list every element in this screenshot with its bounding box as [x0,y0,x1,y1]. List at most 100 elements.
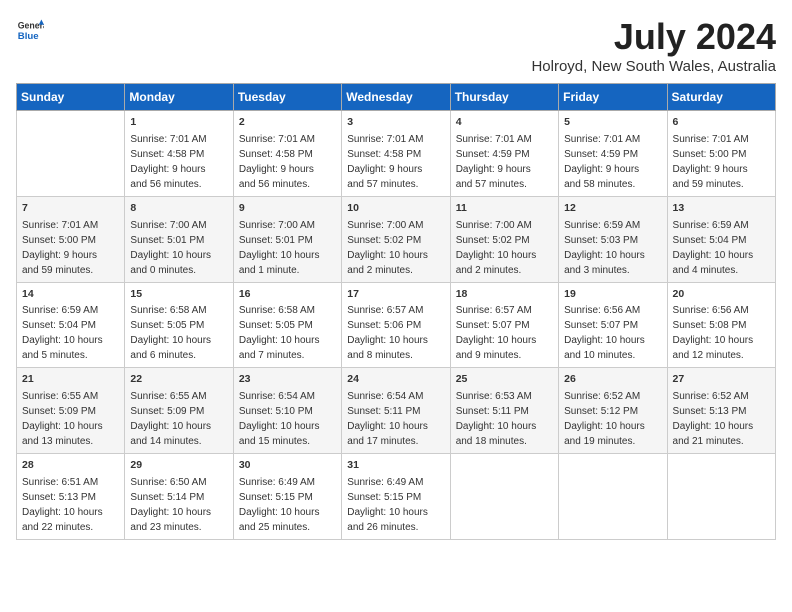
cell-info: Daylight: 10 hours [673,419,770,434]
day-number: 2 [239,115,336,131]
cell-info: Daylight: 10 hours [347,505,444,520]
cell-info: Daylight: 10 hours [239,505,336,520]
cell-info: Sunrise: 7:00 AM [239,218,336,233]
cell-info: Sunset: 5:13 PM [673,404,770,419]
cell-info: Sunrise: 6:59 AM [22,303,119,318]
calendar-cell: 22Sunrise: 6:55 AMSunset: 5:09 PMDayligh… [125,368,233,454]
calendar-cell: 7Sunrise: 7:01 AMSunset: 5:00 PMDaylight… [17,196,125,282]
cell-info: Sunrise: 6:57 AM [347,303,444,318]
title-area: July 2024 Holroyd, New South Wales, Aust… [531,16,776,75]
cell-info: Daylight: 10 hours [22,333,119,348]
day-number: 30 [239,458,336,474]
cell-info: and 0 minutes. [130,263,227,278]
calendar-week-row: 14Sunrise: 6:59 AMSunset: 5:04 PMDayligh… [17,282,776,368]
cell-info: and 6 minutes. [130,348,227,363]
cell-info: Sunrise: 7:00 AM [347,218,444,233]
cell-info: and 13 minutes. [22,434,119,449]
calendar-cell: 10Sunrise: 7:00 AMSunset: 5:02 PMDayligh… [342,196,450,282]
calendar-cell: 15Sunrise: 6:58 AMSunset: 5:05 PMDayligh… [125,282,233,368]
day-header-tuesday: Tuesday [233,84,341,111]
cell-info: and 56 minutes. [239,177,336,192]
cell-info: Sunrise: 7:00 AM [456,218,553,233]
calendar-week-row: 7Sunrise: 7:01 AMSunset: 5:00 PMDaylight… [17,196,776,282]
day-number: 1 [130,115,227,131]
calendar-cell: 14Sunrise: 6:59 AMSunset: 5:04 PMDayligh… [17,282,125,368]
cell-info: Sunset: 4:58 PM [347,147,444,162]
day-number: 9 [239,201,336,217]
day-number: 7 [22,201,119,217]
cell-info: and 4 minutes. [673,263,770,278]
cell-info: and 25 minutes. [239,520,336,535]
cell-info: Sunrise: 7:01 AM [22,218,119,233]
cell-info: Daylight: 10 hours [22,505,119,520]
cell-info: Sunrise: 6:58 AM [130,303,227,318]
cell-info: and 5 minutes. [22,348,119,363]
calendar-week-row: 28Sunrise: 6:51 AMSunset: 5:13 PMDayligh… [17,454,776,540]
cell-info: Sunset: 5:02 PM [456,233,553,248]
cell-info: Sunrise: 6:56 AM [564,303,661,318]
calendar-cell [559,454,667,540]
cell-info: Daylight: 9 hours [347,162,444,177]
calendar-cell: 4Sunrise: 7:01 AMSunset: 4:59 PMDaylight… [450,111,558,197]
cell-info: and 23 minutes. [130,520,227,535]
cell-info: Daylight: 9 hours [239,162,336,177]
cell-info: Sunset: 4:59 PM [456,147,553,162]
cell-info: Sunset: 5:06 PM [347,318,444,333]
day-number: 12 [564,201,661,217]
cell-info: Sunrise: 6:49 AM [239,475,336,490]
day-number: 18 [456,287,553,303]
cell-info: and 12 minutes. [673,348,770,363]
day-number: 31 [347,458,444,474]
cell-info: Daylight: 10 hours [130,248,227,263]
cell-info: Sunset: 5:14 PM [130,490,227,505]
cell-info: Sunrise: 7:01 AM [564,132,661,147]
cell-info: Daylight: 10 hours [22,419,119,434]
calendar-cell [17,111,125,197]
cell-info: Sunset: 5:11 PM [456,404,553,419]
cell-info: and 18 minutes. [456,434,553,449]
calendar-cell: 9Sunrise: 7:00 AMSunset: 5:01 PMDaylight… [233,196,341,282]
cell-info: Sunset: 5:07 PM [456,318,553,333]
day-number: 11 [456,201,553,217]
cell-info: Sunrise: 7:01 AM [673,132,770,147]
cell-info: and 10 minutes. [564,348,661,363]
cell-info: Daylight: 9 hours [130,162,227,177]
day-number: 8 [130,201,227,217]
calendar-cell: 29Sunrise: 6:50 AMSunset: 5:14 PMDayligh… [125,454,233,540]
cell-info: and 17 minutes. [347,434,444,449]
page-header: General Blue July 2024 Holroyd, New Sout… [16,16,776,75]
cell-info: and 59 minutes. [673,177,770,192]
cell-info: Sunrise: 6:49 AM [347,475,444,490]
cell-info: Sunset: 5:01 PM [130,233,227,248]
cell-info: Sunrise: 7:01 AM [239,132,336,147]
cell-info: Daylight: 10 hours [130,505,227,520]
cell-info: and 57 minutes. [456,177,553,192]
calendar-cell: 3Sunrise: 7:01 AMSunset: 4:58 PMDaylight… [342,111,450,197]
calendar-table: SundayMondayTuesdayWednesdayThursdayFrid… [16,83,776,540]
cell-info: Sunrise: 7:01 AM [456,132,553,147]
cell-info: Daylight: 10 hours [673,333,770,348]
cell-info: Daylight: 10 hours [456,419,553,434]
calendar-cell: 23Sunrise: 6:54 AMSunset: 5:10 PMDayligh… [233,368,341,454]
day-number: 22 [130,372,227,388]
cell-info: Sunset: 5:04 PM [673,233,770,248]
calendar-cell: 26Sunrise: 6:52 AMSunset: 5:12 PMDayligh… [559,368,667,454]
cell-info: Sunrise: 6:56 AM [673,303,770,318]
cell-info: Sunset: 4:58 PM [130,147,227,162]
cell-info: Daylight: 10 hours [564,248,661,263]
cell-info: Daylight: 10 hours [239,419,336,434]
cell-info: Sunrise: 6:54 AM [347,389,444,404]
calendar-cell: 18Sunrise: 6:57 AMSunset: 5:07 PMDayligh… [450,282,558,368]
cell-info: Sunrise: 6:57 AM [456,303,553,318]
day-number: 10 [347,201,444,217]
cell-info: Daylight: 10 hours [564,333,661,348]
calendar-cell [450,454,558,540]
cell-info: and 7 minutes. [239,348,336,363]
calendar-cell: 19Sunrise: 6:56 AMSunset: 5:07 PMDayligh… [559,282,667,368]
day-number: 25 [456,372,553,388]
cell-info: Sunrise: 6:52 AM [673,389,770,404]
cell-info: Sunset: 5:15 PM [347,490,444,505]
cell-info: Sunset: 4:59 PM [564,147,661,162]
logo: General Blue [16,16,44,44]
day-number: 14 [22,287,119,303]
